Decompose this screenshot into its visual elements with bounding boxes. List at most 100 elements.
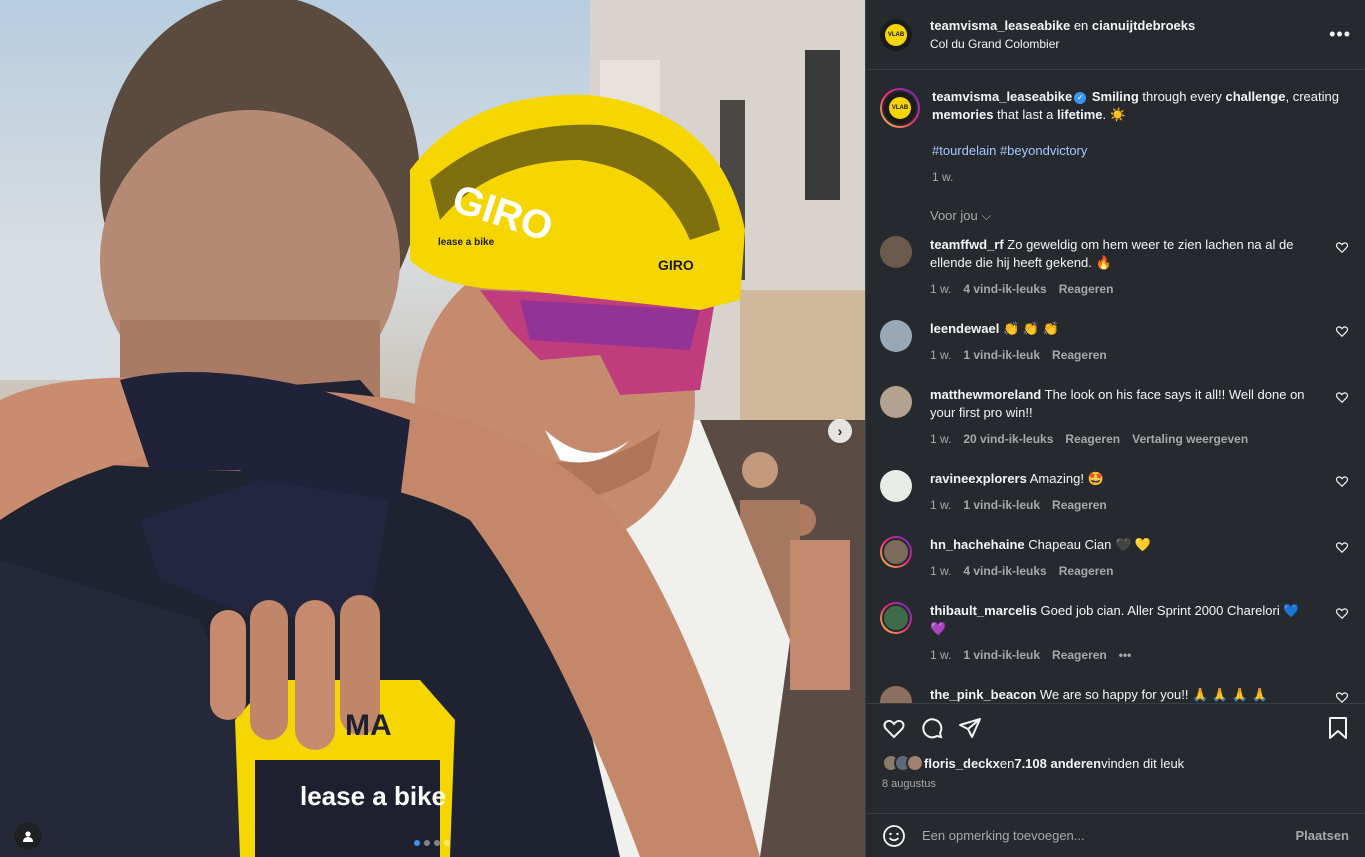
like-heart-icon[interactable] [882, 716, 906, 740]
comment-meta: 1 w. 4 vind-ik-leuks Reageren [930, 562, 1315, 580]
avatar-face [882, 538, 910, 566]
comment-item: matthewmoreland The look on his face say… [880, 386, 1351, 448]
likes-count[interactable]: 7.108 anderen [1014, 756, 1101, 771]
comment-meta: 1 w. 1 vind-ik-leuk Reageren [930, 346, 1315, 364]
post-actions: floris_deckx en 7.108 anderen vinden dit… [866, 703, 1365, 813]
author-username[interactable]: teamvisma_leaseabike [930, 18, 1070, 33]
commenter-username[interactable]: teamffwd_rf [930, 237, 1004, 252]
reply-button[interactable]: Reageren [1052, 346, 1107, 364]
comment-meta: 1 w. 4 vind-ik-leuks Reageren [930, 280, 1315, 298]
comment-likes[interactable]: 1 vind-ik-leuk [963, 646, 1040, 664]
caption-word: challenge [1225, 89, 1286, 104]
commenter-username[interactable]: leendewael [930, 321, 999, 336]
post-header: VLAB teamvisma_leaseabike en cianuijtdeb… [866, 0, 1365, 70]
comment-likes[interactable]: 20 vind-ik-leuks [963, 430, 1053, 448]
caption-hashtags[interactable]: #tourdelain #beyondvictory [932, 142, 1351, 160]
commenter-avatar[interactable] [880, 686, 912, 703]
post-comment-button[interactable]: Plaatsen [1296, 828, 1349, 843]
commenter-avatar[interactable] [880, 386, 912, 418]
comment-likes[interactable]: 4 vind-ik-leuks [963, 280, 1046, 298]
comment-container: teamffwd_rf Zo geweldig om hem weer te z… [880, 236, 1351, 703]
comment-bubble-icon[interactable] [920, 716, 944, 740]
comment-like-heart-icon[interactable] [1335, 474, 1349, 488]
comment-like-heart-icon[interactable] [1335, 690, 1349, 703]
commenter-avatar[interactable] [880, 320, 912, 352]
comment-like-heart-icon[interactable] [1335, 540, 1349, 554]
reply-button[interactable]: Reageren [1059, 280, 1114, 298]
comment-like-heart-icon[interactable] [1335, 606, 1349, 620]
commenter-username[interactable]: matthewmoreland [930, 387, 1041, 402]
commenter-avatar[interactable] [880, 470, 912, 502]
commenter-username[interactable]: hn_hachehaine [930, 537, 1025, 552]
caption-time: 1 w. [932, 170, 954, 184]
likes-middle: en [999, 755, 1015, 771]
user-tags-button[interactable] [14, 822, 42, 850]
comment-likes[interactable]: 1 vind-ik-leuk [963, 496, 1040, 514]
next-photo-button[interactable]: › [828, 419, 852, 443]
caption-word: Smiling [1091, 89, 1139, 104]
comment-time: 1 w. [930, 282, 952, 296]
comment-like-heart-icon[interactable] [1335, 324, 1349, 338]
comment-meta: 1 w. 1 vind-ik-leuk Reageren [930, 496, 1315, 514]
caption-avatar[interactable]: VLAB [880, 88, 920, 128]
comment-like-heart-icon[interactable] [1335, 240, 1349, 254]
commenter-username[interactable]: ravineexplorers [930, 471, 1027, 486]
comment-text: 👏 👏 👏 [999, 321, 1059, 336]
commenter-avatar[interactable] [880, 536, 912, 568]
comment-extra[interactable]: Vertaling weergeven [1132, 430, 1248, 448]
photo-helmet-side: lease a bike [438, 237, 495, 248]
bookmark-icon[interactable] [1327, 716, 1349, 740]
photo-helmet-brand-2: GIRO [658, 257, 694, 273]
caption-word: memories [932, 107, 994, 122]
carousel-dot [424, 840, 430, 846]
comment-sort-dropdown[interactable]: Voor jou ⌵ [930, 208, 1351, 224]
commenter-avatar[interactable] [880, 236, 912, 268]
caption-username[interactable]: teamvisma_leaseabike [932, 89, 1072, 104]
liker-avatars [882, 754, 924, 772]
likes-summary[interactable]: floris_deckx en 7.108 anderen vinden dit… [882, 754, 1349, 772]
author-avatar[interactable]: VLAB [880, 18, 912, 51]
photo-jersey-top: MA [345, 709, 392, 742]
emoji-icon[interactable] [882, 824, 906, 848]
carousel-indicator [414, 840, 450, 846]
comment-body: thibault_marcelis Goed job cian. Aller S… [930, 602, 1315, 664]
caption-word: . ☀️ [1102, 107, 1126, 122]
commenter-avatar[interactable] [880, 602, 912, 634]
comment-item: ravineexplorers Amazing! 🤩 1 w. 1 vind-ik-… [880, 470, 1351, 514]
comment-body: leendewael 👏 👏 👏 1 w. 1 vind-ik-leuk Reager… [930, 320, 1315, 364]
comment-extra[interactable]: ••• [1119, 646, 1132, 664]
comment-likes[interactable]: 4 vind-ik-leuks [963, 562, 1046, 580]
share-send-icon[interactable] [958, 716, 982, 740]
photo-illustration: GIRO GIRO lease a bike MA lease a bike [0, 0, 865, 857]
post-caption: VLAB teamvisma_leaseabike ✓ Smiling throu… [880, 70, 1351, 186]
comment-time: 1 w. [930, 432, 952, 446]
commenter-username[interactable]: the_pink_beacon [930, 687, 1036, 702]
comment-item: hn_hachehaine Chapeau Cian 🖤 💛 1 w. 4 vind… [880, 536, 1351, 580]
carousel-dot [434, 840, 440, 846]
reply-button[interactable]: Reageren [1059, 562, 1114, 580]
post-location[interactable]: Col du Grand Colombier [930, 37, 1329, 51]
comment-time: 1 w. [930, 564, 952, 578]
comment-text: Chapeau Cian 🖤 💛 [1024, 537, 1151, 552]
liker-username[interactable]: floris_deckx [924, 756, 1000, 771]
comment-time: 1 w. [930, 348, 952, 362]
post-photo[interactable]: GIRO GIRO lease a bike MA lease a bike › [0, 0, 865, 857]
comment-input[interactable] [922, 828, 1296, 843]
comment-like-heart-icon[interactable] [1335, 390, 1349, 404]
reply-button[interactable]: Reageren [1052, 496, 1107, 514]
reply-button[interactable]: Reageren [1052, 646, 1107, 664]
reply-button[interactable]: Reageren [1065, 430, 1120, 448]
comment-likes[interactable]: 1 vind-ik-leuk [963, 346, 1040, 364]
add-comment-bar: Plaatsen [866, 813, 1365, 857]
more-options-button[interactable]: ••• [1329, 24, 1351, 45]
photo-jersey-bottom: lease a bike [300, 781, 446, 811]
commenter-username[interactable]: thibault_marcelis [930, 603, 1037, 618]
comment-body: matthewmoreland The look on his face say… [930, 386, 1315, 448]
comment-text: We are so happy for you!! 🙏 🙏 🙏 🙏 [1036, 687, 1268, 702]
comment-item: thibault_marcelis Goed job cian. Aller S… [880, 602, 1351, 664]
comment-meta: 1 w. 1 vind-ik-leuk Reageren ••• [930, 646, 1315, 664]
caption-word: through every [1138, 89, 1226, 104]
carousel-dot-active [414, 840, 420, 846]
collaborator-username[interactable]: cianuijtdebroeks [1092, 18, 1195, 33]
comments-list[interactable]: VLAB teamvisma_leaseabike ✓ Smiling throu… [866, 70, 1365, 703]
